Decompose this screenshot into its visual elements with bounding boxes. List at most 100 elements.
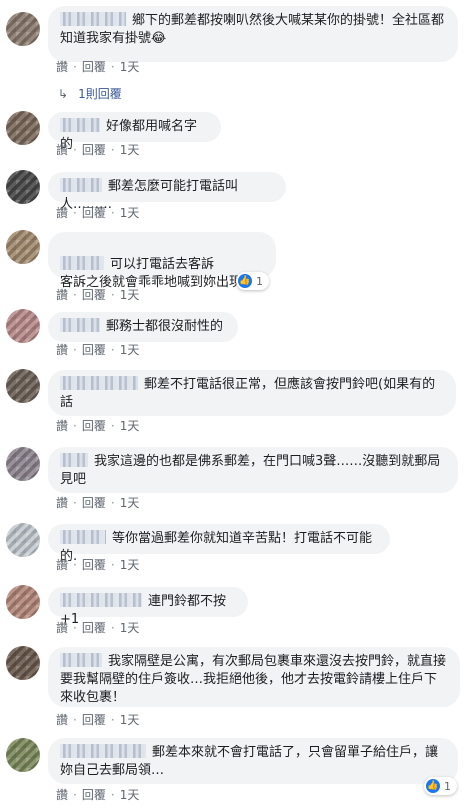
reply-link[interactable]: 回覆 (82, 713, 106, 727)
comment-actions: 讚 · 回覆 · 1天 (56, 59, 139, 75)
comment-actions: 讚 · 回覆 · 1天 (56, 712, 139, 728)
timestamp[interactable]: 1天 (120, 419, 140, 433)
separator: · (73, 419, 77, 433)
like-link[interactable]: 讚 (56, 558, 68, 572)
like-link[interactable]: 讚 (56, 288, 68, 302)
commenter-name[interactable] (60, 12, 126, 26)
like-link[interactable]: 讚 (56, 343, 68, 357)
commenter-name[interactable] (60, 178, 102, 192)
separator: · (110, 419, 115, 433)
comment-text: 我家這邊的也都是佛系郵差，在門口喊3聲……沒聽到就郵局見吧 (60, 454, 441, 487)
commenter-name[interactable] (60, 376, 138, 390)
avatar[interactable] (6, 111, 40, 145)
like-link[interactable]: 讚 (56, 419, 68, 433)
like-link[interactable]: 讚 (56, 143, 68, 157)
timestamp[interactable]: 1天 (120, 343, 140, 357)
separator: · (110, 143, 115, 157)
commenter-name[interactable] (60, 744, 146, 758)
avatar[interactable] (6, 523, 40, 557)
commenter-name[interactable] (60, 118, 100, 132)
like-link[interactable]: 讚 (56, 206, 68, 220)
comment-text: 我家隔壁是公寓，有次郵局包裹車來還沒去按門鈴，就直接要我幫隔壁的住戶簽收…我拒絕… (60, 654, 447, 705)
reaction-number: 1 (444, 779, 451, 793)
separator: · (73, 558, 77, 572)
comment-bubble: 鄉下的郵差都按喇叭然後大喊某某你的掛號！全社區都知道我家有掛號😂 (48, 6, 458, 62)
separator: · (110, 713, 115, 727)
comment-actions: 讚 · 回覆 · 1天 (56, 620, 139, 636)
commenter-name[interactable] (60, 593, 142, 607)
comment-actions: 讚 · 回覆 · 1天 (56, 142, 139, 158)
timestamp[interactable]: 1天 (120, 713, 140, 727)
commenter-name[interactable] (60, 256, 104, 270)
reply-link[interactable]: 回覆 (82, 558, 106, 572)
like-reaction-icon: 👍 (238, 274, 252, 288)
like-link[interactable]: 讚 (56, 713, 68, 727)
separator: · (110, 343, 115, 357)
comment-bubble: 等你當過郵差你就知道辛苦點！打電話不可能的. (48, 524, 390, 564)
reply-link[interactable]: 回覆 (82, 496, 106, 510)
reply-link[interactable]: 回覆 (82, 206, 106, 220)
avatar[interactable] (6, 12, 40, 46)
view-replies-link[interactable]: ↳ 1則回覆 (58, 86, 122, 102)
separator: · (73, 788, 77, 802)
avatar[interactable] (6, 585, 40, 619)
reply-link[interactable]: 回覆 (82, 143, 106, 157)
timestamp[interactable]: 1天 (120, 288, 140, 302)
avatar[interactable] (6, 447, 40, 481)
reaction-count[interactable]: 👍 1 (424, 777, 457, 795)
commenter-name[interactable] (60, 653, 102, 667)
reply-link[interactable]: 回覆 (82, 419, 106, 433)
separator: · (73, 621, 77, 635)
reply-link[interactable]: 回覆 (82, 621, 106, 635)
like-link[interactable]: 讚 (56, 60, 68, 74)
timestamp[interactable]: 1天 (120, 558, 140, 572)
avatar[interactable] (6, 369, 40, 403)
separator: · (73, 496, 77, 510)
timestamp[interactable]: 1天 (120, 143, 140, 157)
avatar[interactable] (6, 230, 40, 264)
avatar[interactable] (6, 170, 40, 204)
reaction-count[interactable]: 👍 1 (236, 272, 269, 290)
timestamp[interactable]: 1天 (120, 788, 140, 802)
replies-count[interactable]: 1則回覆 (78, 87, 122, 101)
comment-actions: 讚 · 回覆 · 1天 (56, 205, 139, 221)
reply-arrow-icon: ↳ (58, 87, 69, 101)
like-link[interactable]: 讚 (56, 621, 68, 635)
separator: · (73, 60, 77, 74)
timestamp[interactable]: 1天 (120, 621, 140, 635)
avatar[interactable] (6, 646, 40, 680)
comment-bubble: 郵差不打電話很正常，但應該會按門鈴吧(如果有的話 (48, 370, 456, 416)
comment-text: 郵務士都很沒耐性的 (106, 319, 224, 334)
comment-bubble: 連門鈴都不按+1 (48, 587, 248, 627)
avatar[interactable] (6, 738, 40, 772)
separator: · (73, 343, 77, 357)
separator: · (73, 206, 77, 220)
comment-bubble: 郵務士都很沒耐性的 (48, 312, 238, 342)
commenter-name[interactable] (60, 530, 106, 544)
like-reaction-icon: 👍 (426, 779, 440, 793)
avatar[interactable] (6, 309, 40, 343)
commenter-name[interactable] (60, 318, 100, 332)
like-link[interactable]: 讚 (56, 496, 68, 510)
comment-actions: 讚 · 回覆 · 1天 (56, 418, 139, 434)
separator: · (73, 713, 77, 727)
like-link[interactable]: 讚 (56, 788, 68, 802)
timestamp[interactable]: 1天 (120, 206, 140, 220)
comment-actions: 讚 · 回覆 · 1天 (56, 495, 139, 511)
timestamp[interactable]: 1天 (120, 60, 140, 74)
separator: · (110, 496, 115, 510)
comment-actions: 讚 · 回覆 · 1天 (56, 787, 139, 803)
reply-link[interactable]: 回覆 (82, 288, 106, 302)
comment-bubble: 郵差怎麼可能打電話叫人……… (48, 172, 286, 212)
comment-bubble: 郵差本來就不會打電話了，只會留單子給住戶，讓妳自己去郵局領… (48, 738, 458, 784)
reply-link[interactable]: 回覆 (82, 343, 106, 357)
commenter-name[interactable] (60, 453, 88, 467)
comment-actions: 讚 · 回覆 · 1天 (56, 342, 139, 358)
comment-bubble: 好像都用喊名字的 (48, 112, 221, 152)
reply-link[interactable]: 回覆 (82, 60, 106, 74)
separator: · (110, 621, 115, 635)
separator: · (73, 288, 77, 302)
timestamp[interactable]: 1天 (120, 496, 140, 510)
reply-link[interactable]: 回覆 (82, 788, 106, 802)
comment-bubble: 我家這邊的也都是佛系郵差，在門口喊3聲……沒聽到就郵局見吧 (48, 447, 458, 493)
